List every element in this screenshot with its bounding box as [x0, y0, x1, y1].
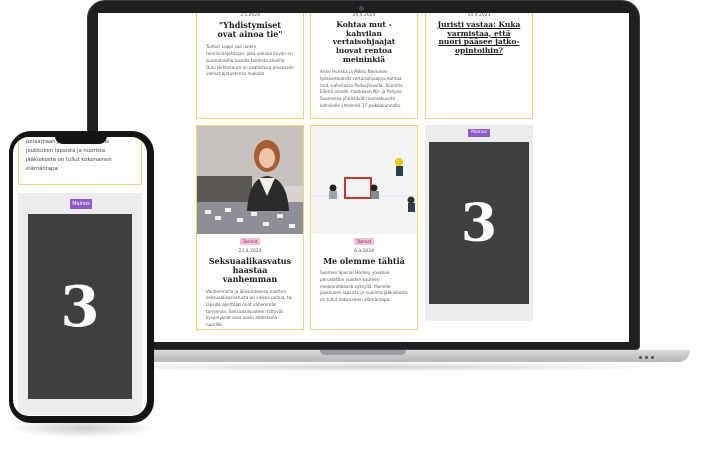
article-card[interactable]: pelaamaan jääkiekkoa. Monelle joukkueen …: [18, 137, 142, 185]
article-title[interactable]: Kohtaa mut -kahvilan vertaisohjaajat luo…: [311, 18, 417, 69]
indicator-light-icon: [651, 356, 654, 359]
laptop-opening-notch: [320, 350, 406, 355]
article-excerpt: Tunturi Lappi saa uuden toiminnanjohtaja…: [206, 44, 294, 77]
article-title[interactable]: "Yhdistymiset ovat ainoa tie": [197, 18, 303, 44]
category-tag[interactable]: Teemat: [354, 238, 374, 245]
article-card[interactable]: Teemat 6.3.2024 Me olemme tähtiä Suomen …: [310, 125, 418, 330]
phone-notch: [55, 133, 107, 144]
laptop-shadow: [70, 362, 680, 372]
indicator-light-icon: [645, 356, 648, 359]
article-excerpt: Vanhemmilla ja lähisuhteessa nuorten sek…: [206, 288, 293, 328]
ad-container: Mainos 3: [18, 193, 142, 415]
ad-container: Mainos 3: [425, 125, 533, 321]
article-title[interactable]: Juristi vastaa: Kuka varmistaa, että nuo…: [426, 18, 532, 61]
ad-banner[interactable]: 3: [429, 142, 529, 304]
laptop-screen: 3.5.2024 "Yhdistymiset ovat ainoa tie" T…: [98, 13, 629, 342]
article-card[interactable]: Teemat 23.4.2024 Seksuaalikasvatus haast…: [196, 125, 304, 330]
camera-icon: [359, 6, 364, 11]
article-excerpt: Anne Honkka ja Mikko Nieminen työskentel…: [320, 69, 403, 108]
article-photo[interactable]: [197, 126, 303, 234]
article-photo[interactable]: [311, 126, 417, 234]
article-excerpt: Suomen Special Hockey -joukkue perustett…: [320, 270, 408, 303]
indicator-light-icon: [639, 356, 642, 359]
article-title[interactable]: Me olemme tähtiä: [311, 254, 417, 270]
woman-photo-image: [197, 126, 303, 234]
article-card[interactable]: 3.5.2024 "Yhdistymiset ovat ainoa tie" T…: [196, 13, 304, 119]
ad-label: Mainos: [70, 199, 92, 209]
hockey-photo-image: [311, 126, 417, 234]
article-card[interactable]: 24.4.2024 Kohtaa mut -kahvilan vertaisoh…: [310, 13, 418, 119]
category-tag[interactable]: Teemat: [240, 238, 260, 245]
article-card[interactable]: 10.4.2023 Juristi vastaa: Kuka varmistaa…: [425, 13, 533, 119]
ad-label: Mainos: [468, 129, 490, 137]
phone-screen: pelaamaan jääkiekkoa. Monelle joukkueen …: [13, 137, 147, 416]
article-title[interactable]: Seksuaalikasvatus haastaa vanhemman: [197, 254, 303, 289]
ad-banner[interactable]: 3: [28, 214, 132, 399]
